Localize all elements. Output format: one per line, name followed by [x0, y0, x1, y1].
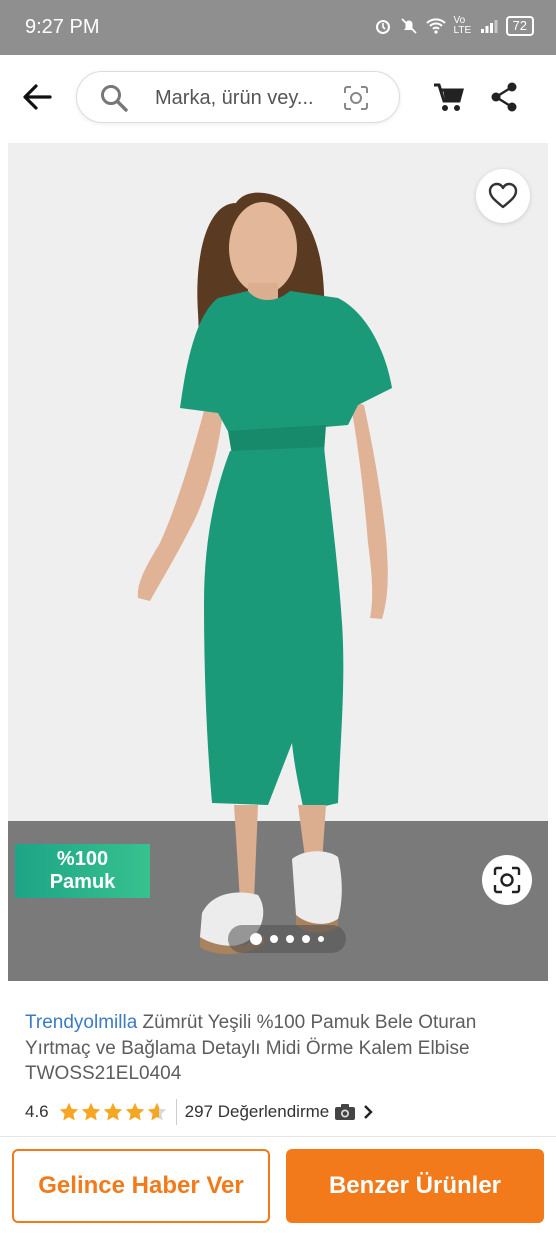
carousel-dot[interactable] [250, 933, 262, 945]
brand-link[interactable]: Trendyolmilla [25, 1012, 137, 1033]
status-time: 9:27 PM [25, 16, 100, 38]
status-bar: 9:27 PM Vo LTE 72 [0, 0, 556, 55]
wifi-icon [425, 18, 446, 34]
favorite-button[interactable] [476, 169, 530, 223]
back-arrow-icon[interactable] [20, 80, 54, 114]
search-placeholder: Marka, ürün vey... [155, 87, 314, 109]
star-rating [58, 1101, 168, 1123]
camera-icon [335, 1104, 356, 1120]
visual-search-button[interactable] [482, 855, 532, 905]
chevron-right-icon[interactable] [362, 1104, 374, 1120]
share-icon[interactable] [490, 82, 518, 112]
star-icon [59, 1102, 78, 1121]
star-icon [103, 1102, 122, 1121]
top-header: Marka, ürün vey... [0, 55, 556, 141]
camera-search-icon[interactable] [343, 85, 369, 111]
heart-icon [488, 182, 518, 209]
signal-icon [480, 20, 498, 33]
alarm-icon [375, 20, 390, 34]
carousel-dot[interactable] [270, 935, 278, 943]
divider [175, 1099, 177, 1125]
product-image[interactable]: %100 Pamuk [8, 143, 548, 981]
half-star-icon [147, 1102, 166, 1121]
rating-value: 4.6 [25, 1102, 49, 1121]
carousel-indicator[interactable] [228, 925, 346, 953]
star-icon [81, 1102, 100, 1121]
cotton-badge: %100 Pamuk [15, 844, 150, 898]
lens-scan-icon [493, 866, 521, 894]
review-count[interactable]: 297 Değerlendirme [185, 1102, 330, 1122]
similar-products-button[interactable]: Benzer Ürünler [286, 1149, 544, 1223]
network-label: Vo LTE [453, 15, 472, 36]
product-title: Trendyolmilla Zümrüt Yeşili %100 Pamuk B… [25, 1010, 535, 1087]
carousel-dot[interactable] [286, 935, 294, 943]
battery-icon: 72 [505, 16, 534, 36]
rating-row[interactable]: 4.6 297 Değerlendirme [25, 1098, 374, 1126]
mute-icon [400, 18, 417, 34]
status-icons: Vo LTE 72 [374, 16, 534, 36]
badge-line-2: Pamuk [49, 871, 116, 893]
star-icon [125, 1102, 144, 1121]
cart-icon[interactable] [432, 82, 464, 114]
carousel-dot[interactable] [318, 936, 324, 942]
bottom-action-bar: Gelince Haber Ver Benzer Ürünler [0, 1136, 556, 1235]
notify-when-available-button[interactable]: Gelince Haber Ver [12, 1149, 270, 1223]
badge-line-1: %100 [56, 848, 109, 870]
search-input[interactable]: Marka, ürün vey... [76, 71, 400, 123]
search-icon [101, 85, 128, 112]
carousel-dot[interactable] [302, 935, 310, 943]
